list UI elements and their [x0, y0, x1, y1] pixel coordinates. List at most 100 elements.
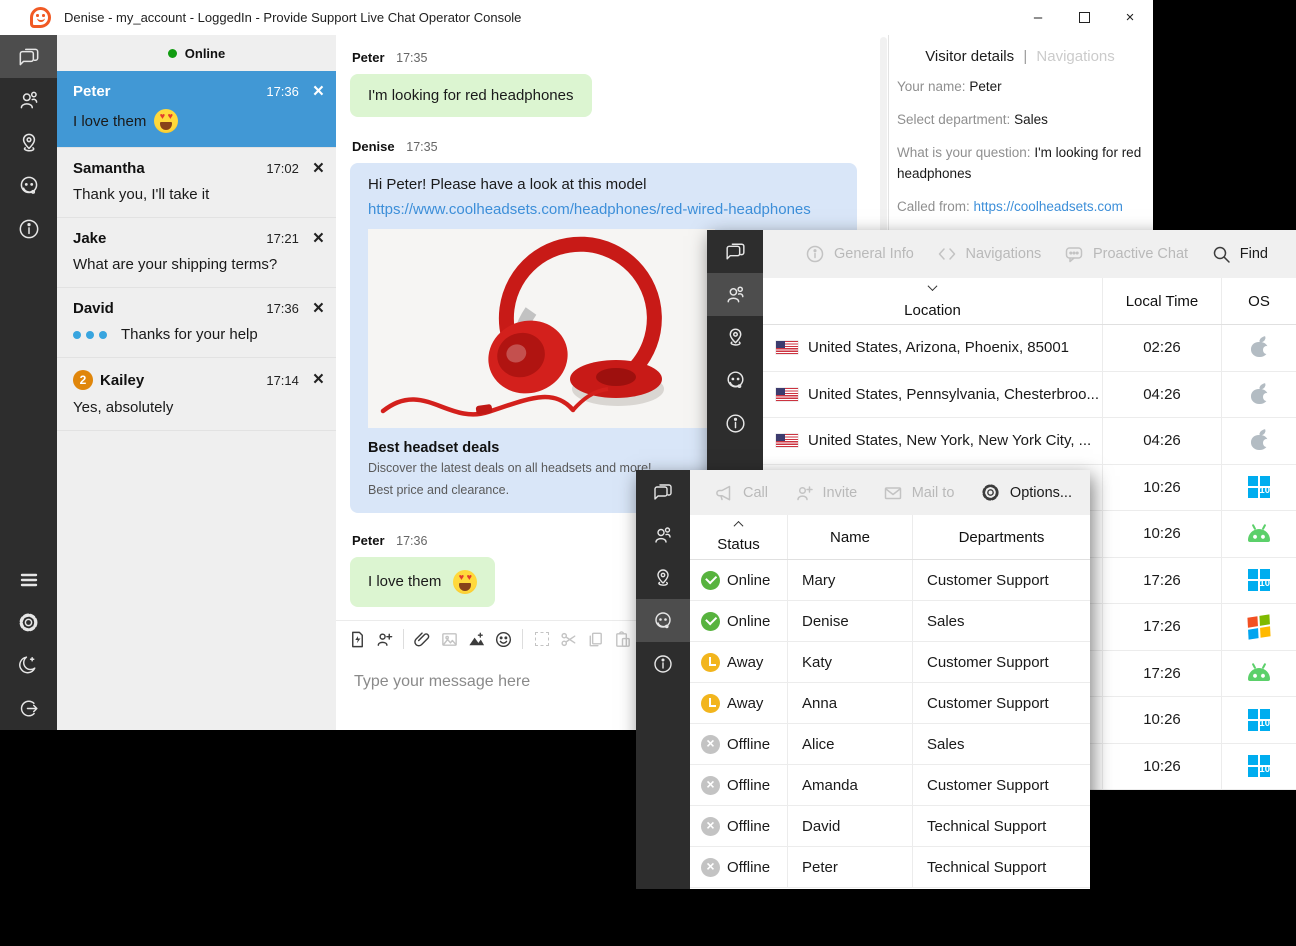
tab-navigations[interactable]: Navigations [1036, 48, 1114, 65]
emoji-button[interactable] [490, 626, 517, 652]
sidebar-item-info[interactable] [0, 207, 57, 250]
insert-image-button[interactable] [436, 626, 463, 652]
operator-status-text: Online [727, 572, 770, 589]
operator-row[interactable]: Online Denise Sales [690, 601, 1090, 642]
called-from-link[interactable]: https://coolheadsets.com [974, 199, 1123, 214]
toolbar-label: Call [743, 485, 768, 501]
column-header-status[interactable]: Status [690, 515, 788, 559]
minimize-button[interactable]: – [1015, 0, 1061, 35]
mail-to-button[interactable]: Mail to [883, 483, 955, 503]
visitors-icon [723, 282, 748, 307]
column-header-departments[interactable]: Departments [913, 515, 1090, 559]
close-chat-icon[interactable]: × [313, 302, 324, 316]
operator-row[interactable]: Offline Peter Technical Support [690, 847, 1090, 888]
sidebar-item-menu[interactable] [0, 558, 57, 601]
operator-row[interactable]: Offline David Technical Support [690, 806, 1090, 847]
close-chat-icon[interactable]: × [313, 232, 324, 246]
person-add-icon [794, 483, 814, 503]
sidebar-item-logout[interactable] [0, 687, 57, 730]
proactive-chat-button[interactable]: Proactive Chat [1064, 244, 1188, 264]
online-status-icon [701, 571, 720, 590]
visitor-message-bubble: I love them [350, 557, 495, 607]
copy-button[interactable] [582, 626, 609, 652]
cut-button[interactable] [555, 626, 582, 652]
paste-button[interactable] [609, 626, 636, 652]
sidebar-item-operators[interactable] [707, 359, 763, 402]
options-button[interactable]: Options... [980, 482, 1072, 503]
visitor-local-time: 10:26 [1143, 525, 1181, 542]
message-link[interactable]: https://www.coolheadsets.com/headphones/… [368, 201, 839, 218]
sidebar-item-settings[interactable] [0, 601, 57, 644]
smiley-icon [494, 630, 513, 649]
invite-operator-button[interactable] [371, 626, 398, 652]
operator-row[interactable]: Offline Amanda Customer Support [690, 765, 1090, 806]
visitor-row[interactable]: United States, Pennsylvania, Chesterbroo… [763, 372, 1296, 419]
call-button[interactable]: Call [714, 483, 768, 503]
close-button[interactable]: × [1107, 0, 1153, 35]
visitor-row[interactable]: United States, Arizona, Phoenix, 85001 0… [763, 325, 1296, 372]
chat-list-item[interactable]: David 17:36 × Thanks for your help [57, 288, 336, 358]
sidebar-item-geo-location[interactable] [636, 556, 690, 599]
sidebar-item-chats[interactable] [0, 35, 57, 78]
offline-status-icon [701, 776, 720, 795]
find-button[interactable]: Find [1211, 244, 1268, 264]
sidebar-item-operators[interactable] [0, 164, 57, 207]
close-chat-icon[interactable]: × [313, 162, 324, 176]
attach-file-button[interactable] [409, 626, 436, 652]
sidebar-item-info[interactable] [707, 402, 763, 445]
operator-row[interactable]: Online Mary Customer Support [690, 560, 1090, 601]
heart-eyes-emoji-icon [453, 570, 477, 594]
operator-headset-icon [723, 368, 748, 393]
sidebar-item-chats[interactable] [636, 470, 690, 513]
canned-responses-button[interactable] [344, 626, 371, 652]
visitor-location: United States, Arizona, Phoenix, 85001 [808, 339, 1069, 356]
column-header-local-time[interactable]: Local Time [1103, 278, 1222, 324]
operator-status[interactable]: Online [57, 35, 336, 71]
operators-window: Call Invite Mail to Options... Status Na… [636, 470, 1090, 889]
maximize-button[interactable] [1061, 0, 1107, 35]
sidebar-item-visitors[interactable] [707, 273, 763, 316]
toolbar-divider [522, 629, 523, 649]
chat-list-item[interactable]: Samantha 17:02 × Thank you, I'll take it [57, 148, 336, 218]
operator-name: David [802, 818, 840, 835]
megaphone-icon [714, 483, 734, 503]
chat-list-item[interactable]: Jake 17:21 × What are your shipping term… [57, 218, 336, 288]
visitor-row[interactable]: United States, New York, New York City, … [763, 418, 1296, 465]
sidebar-item-sleep-mode[interactable] [0, 644, 57, 687]
toolbar-label: Invite [823, 485, 858, 501]
sidebar-item-visitors[interactable] [0, 78, 57, 121]
close-chat-icon[interactable]: × [313, 85, 324, 99]
shared-image-red-headphones[interactable] [368, 229, 715, 428]
operator-row[interactable]: Away Katy Customer Support [690, 642, 1090, 683]
operator-row[interactable]: Offline Alice Sales [690, 724, 1090, 765]
chat-list-item[interactable]: 2 Kailey 17:14 × Yes, absolutely [57, 358, 336, 431]
android-icon [1248, 668, 1270, 681]
invite-button[interactable]: Invite [794, 483, 858, 503]
operator-row[interactable]: Away Anna Customer Support [690, 683, 1090, 724]
location-pin-icon [723, 325, 748, 350]
tab-visitor-details[interactable]: Visitor details [925, 48, 1014, 65]
select-area-button[interactable] [528, 626, 555, 652]
close-chat-icon[interactable]: × [313, 373, 324, 387]
operators-window-sidebar [636, 470, 690, 889]
sidebar-item-geo-location[interactable] [707, 316, 763, 359]
visitors-table-header: Location Local Time OS [763, 278, 1296, 325]
operator-headset-icon [16, 173, 42, 199]
sidebar-item-visitors[interactable] [636, 513, 690, 556]
operator-department: Sales [927, 613, 965, 630]
sidebar-item-operators[interactable] [636, 599, 690, 642]
column-header-location[interactable]: Location [763, 278, 1103, 324]
navigations-button[interactable]: Navigations [937, 244, 1042, 264]
column-header-name[interactable]: Name [788, 515, 913, 559]
logout-icon [16, 696, 41, 721]
chat-last-message: What are your shipping terms? [73, 256, 277, 273]
chat-visitor-name: David [73, 300, 114, 317]
chat-list-item[interactable]: Peter 17:36 × I love them [57, 71, 336, 148]
sidebar-item-info[interactable] [636, 642, 690, 685]
sidebar-item-geo-location[interactable] [0, 121, 57, 164]
sidebar-item-chats[interactable] [707, 230, 763, 273]
send-picture-button[interactable] [463, 626, 490, 652]
visitor-local-time: 17:26 [1143, 618, 1181, 635]
general-info-button[interactable]: General Info [805, 244, 914, 264]
column-header-os[interactable]: OS [1222, 278, 1296, 324]
